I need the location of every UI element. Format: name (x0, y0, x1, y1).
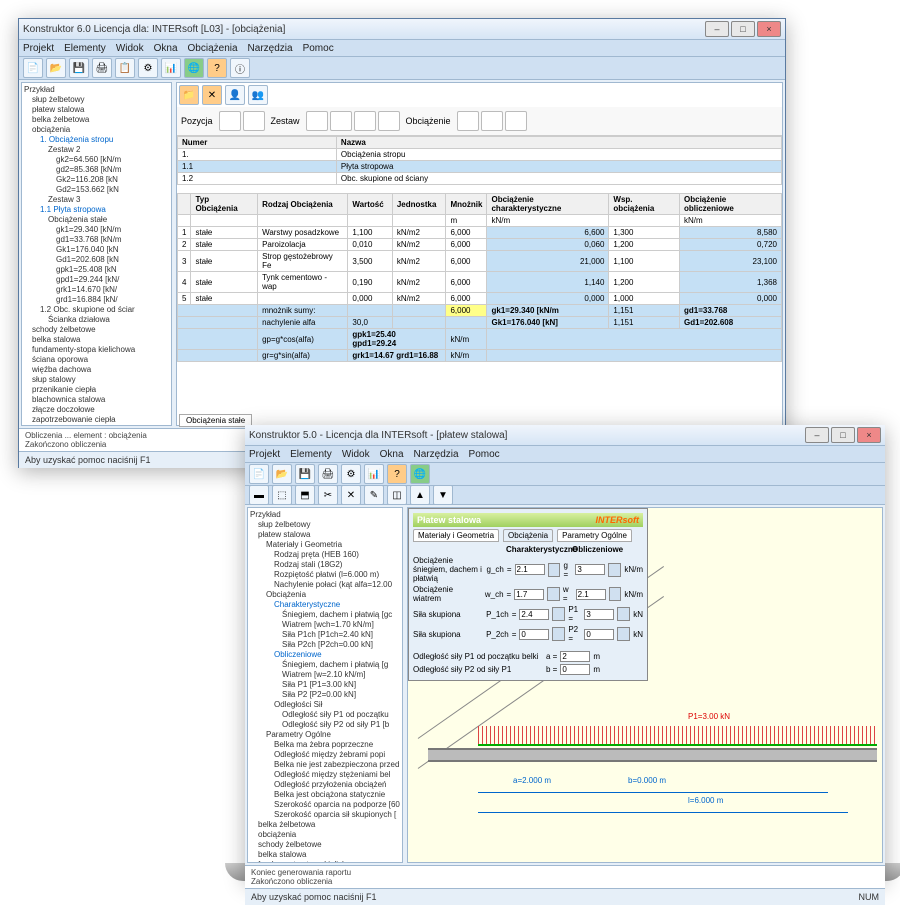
beam (428, 748, 877, 762)
tool-icon[interactable]: ✕ (341, 485, 361, 505)
save-icon[interactable]: 💾 (295, 464, 315, 484)
menu-item[interactable]: Narzędzia (248, 43, 293, 54)
panel-tab[interactable]: Materiały i Geometria (413, 529, 499, 542)
group-icon[interactable]: 👥 (248, 85, 268, 105)
person-icon[interactable]: 👤 (225, 85, 245, 105)
globe-icon[interactable]: 🌐 (184, 58, 204, 78)
maximize-button[interactable]: □ (731, 21, 755, 37)
positions-table[interactable]: NumerNazwa 1.Obciążenia stropu 1.1Płyta … (177, 136, 782, 185)
window-main: Konstruktor 6.0 Licencja dla: INTERsoft … (18, 18, 786, 468)
tree-panel[interactable]: Przykład słup żelbetowy płatew stalowa b… (21, 82, 172, 426)
info-icon[interactable]: ⓘ (230, 58, 250, 78)
input-g[interactable] (575, 564, 605, 575)
open-icon[interactable]: 📂 (46, 58, 66, 78)
window-title: Konstruktor 5.0 - Licencja dla INTERsoft… (249, 430, 805, 441)
laptop-frame: Konstruktor 5.0 - Licencja dla INTERsoft… (245, 425, 885, 881)
calc-icon[interactable]: ⚙ (341, 464, 361, 484)
sheet-tab[interactable]: Obciążenia stałe (179, 414, 252, 426)
folder-icon[interactable]: 📁 (179, 85, 199, 105)
help-icon[interactable]: ? (387, 464, 407, 484)
report-icon[interactable]: 📊 (161, 58, 181, 78)
open-icon[interactable]: 📂 (272, 464, 292, 484)
menu-item[interactable]: Narzędzia (414, 449, 459, 460)
new-icon[interactable]: 📄 (249, 464, 269, 484)
new-icon[interactable]: 📄 (23, 58, 43, 78)
tool-icon[interactable]: ▲ (410, 485, 430, 505)
toolbox: Pozycja Zestaw Obciążenie (177, 107, 782, 136)
input-gch[interactable] (515, 564, 545, 575)
globe-icon[interactable]: 🌐 (410, 464, 430, 484)
menu-item[interactable]: Pomoc (469, 449, 500, 460)
menu-item[interactable]: Widok (116, 43, 144, 54)
loads-table[interactable]: Typ ObciążeniaRodzaj Obciążenia WartośćJ… (177, 193, 782, 362)
remove-icon[interactable] (243, 111, 265, 131)
tool-icon[interactable]: ▼ (433, 485, 453, 505)
del-icon[interactable]: ✕ (202, 85, 222, 105)
menubar: Projekt Elementy Widok Okna Obciążenia N… (19, 40, 785, 57)
tool-icon[interactable]: ⬚ (272, 485, 292, 505)
window-secondary: Konstruktor 5.0 - Licencja dla INTERsoft… (245, 425, 885, 863)
menu-item[interactable]: Okna (380, 449, 404, 460)
report-icon[interactable]: 📊 (364, 464, 384, 484)
tree-panel[interactable]: Przykład słup żelbetowy płatew stalowa M… (247, 507, 403, 863)
copy-icon[interactable]: 📋 (115, 58, 135, 78)
panel-tab[interactable]: Obciążenia (503, 529, 553, 542)
tool-icon[interactable]: ▬ (249, 485, 269, 505)
menu-item[interactable]: Okna (154, 43, 178, 54)
menu-item[interactable]: Obciążenia (188, 43, 238, 54)
menu-item[interactable]: Elementy (64, 43, 106, 54)
panel-tab[interactable]: Parametry Ogólne (557, 529, 632, 542)
print-icon[interactable]: 🖨 (318, 464, 338, 484)
menu-item[interactable]: Widok (342, 449, 370, 460)
load-diagram (478, 726, 877, 744)
maximize-button[interactable]: □ (831, 427, 855, 443)
minimize-button[interactable]: – (805, 427, 829, 443)
content-panel: 📁 ✕ 👤 👥 Pozycja Zestaw Obciążenie NumerN… (176, 82, 783, 426)
toolbar: 📄 📂 💾 🖨 📋 ⚙ 📊 🌐 ? ⓘ (19, 57, 785, 80)
help-icon[interactable]: ? (207, 58, 227, 78)
menu-item[interactable]: Projekt (249, 449, 280, 460)
tool-icon[interactable]: ✂ (318, 485, 338, 505)
tool-icon[interactable]: ✎ (364, 485, 384, 505)
menu-item[interactable]: Projekt (23, 43, 54, 54)
menu-item[interactable]: Pomoc (303, 43, 334, 54)
drawing-area[interactable]: P1=3.00 kN a=2.000 m b=0.000 m l=6.000 m… (407, 507, 883, 863)
save-icon[interactable]: 💾 (69, 58, 89, 78)
add-icon[interactable] (219, 111, 241, 131)
close-button[interactable]: × (757, 21, 781, 37)
tool-icon[interactable]: ⬒ (295, 485, 315, 505)
loads-panel[interactable]: Płatew stalowaINTERsoft Materiały i Geom… (408, 508, 648, 681)
tool-icon[interactable]: ◫ (387, 485, 407, 505)
calc-icon[interactable]: ⚙ (138, 58, 158, 78)
close-button[interactable]: × (857, 427, 881, 443)
minimize-button[interactable]: – (705, 21, 729, 37)
print-icon[interactable]: 🖨 (92, 58, 112, 78)
menu-item[interactable]: Elementy (290, 449, 332, 460)
titlebar: Konstruktor 6.0 Licencja dla: INTERsoft … (19, 19, 785, 40)
window-title: Konstruktor 6.0 Licencja dla: INTERsoft … (23, 24, 705, 35)
